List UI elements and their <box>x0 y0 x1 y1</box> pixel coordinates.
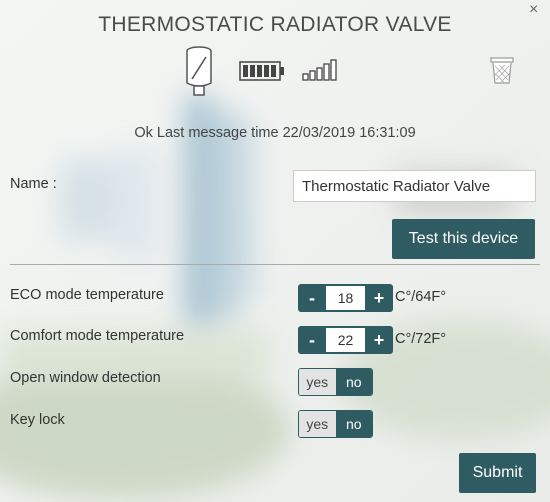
status-message: Ok Last message time 22/03/2019 16:31:09 <box>134 125 416 141</box>
thermostatic-valve-icon <box>186 46 212 96</box>
open-window-label: Open window detection <box>10 370 161 386</box>
comfort-temperature-unit: C°/72F° <box>395 331 447 347</box>
key-lock-yes-option[interactable]: yes <box>299 411 336 437</box>
device-name-input[interactable] <box>293 170 536 202</box>
open-window-no-option[interactable]: no <box>335 369 372 395</box>
battery-icon <box>239 61 284 81</box>
submit-button[interactable]: Submit <box>459 453 536 493</box>
eco-temperature-stepper: - 18 + <box>298 284 393 312</box>
eco-increment-button[interactable]: + <box>365 284 393 312</box>
name-label: Name : <box>10 176 57 192</box>
open-window-toggle: yes no <box>298 368 373 396</box>
eco-decrement-button[interactable]: - <box>298 284 326 312</box>
eco-temperature-unit: C°/64F° <box>395 289 447 305</box>
eco-temperature-label: ECO mode temperature <box>10 287 164 303</box>
test-device-button[interactable]: Test this device <box>392 219 535 259</box>
comfort-temperature-stepper: - 22 + <box>298 326 393 354</box>
comfort-decrement-button[interactable]: - <box>298 326 326 354</box>
key-lock-no-option[interactable]: no <box>335 411 372 437</box>
dialog-title: THERMOSTATIC RADIATOR VALVE <box>98 13 452 36</box>
key-lock-toggle: yes no <box>298 410 373 438</box>
comfort-temperature-label: Comfort mode temperature <box>10 328 185 344</box>
comfort-increment-button[interactable]: + <box>365 326 393 354</box>
close-icon[interactable]: × <box>529 1 538 19</box>
key-lock-label: Key lock <box>10 412 65 428</box>
comfort-temperature-value[interactable]: 22 <box>326 328 365 352</box>
signal-strength-icon <box>302 59 337 81</box>
eco-temperature-value[interactable]: 18 <box>326 286 365 310</box>
open-window-yes-option[interactable]: yes <box>299 369 336 395</box>
trash-icon[interactable] <box>488 55 516 85</box>
divider <box>10 264 540 265</box>
